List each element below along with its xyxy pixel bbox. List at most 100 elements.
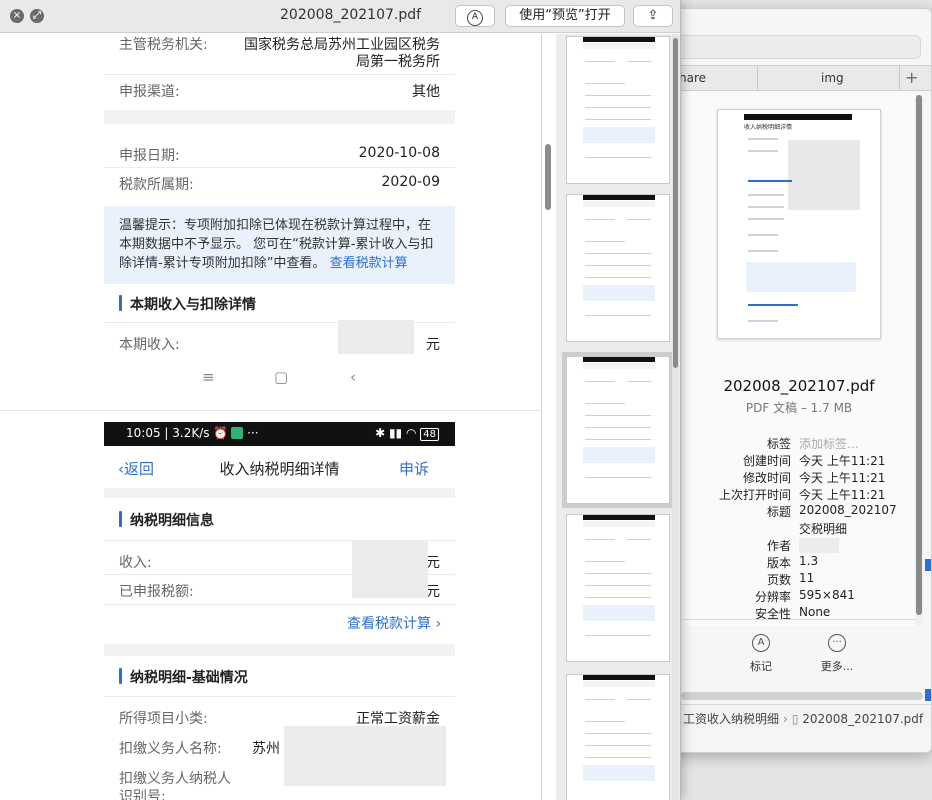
- thumb-line: [748, 250, 778, 252]
- section-gap: [104, 488, 455, 498]
- thumb-line: [748, 304, 798, 306]
- meta-key: 作者: [766, 539, 791, 553]
- meta-value: 11: [799, 571, 815, 585]
- view-tax-calc-link[interactable]: 查看税款计算: [330, 256, 408, 271]
- new-tab-icon[interactable]: +: [905, 68, 918, 87]
- share-button[interactable]: ⇪: [633, 5, 673, 27]
- thumb-header: [583, 201, 655, 207]
- field-label: 扣缴义务人名称:: [119, 741, 222, 757]
- field-label: 识别号:: [119, 789, 166, 800]
- thumb-line: [748, 206, 784, 208]
- meta-row: 版本 1.3: [683, 554, 915, 571]
- meta-row: 上次打开时间 今天 上午11:21: [683, 486, 915, 503]
- document-scrollbar[interactable]: [545, 144, 551, 210]
- path-file[interactable]: 202008_202107.pdf: [802, 712, 923, 726]
- menu-icon: ≡: [202, 368, 215, 386]
- thumb-line: [585, 539, 615, 540]
- thumb-line: [585, 573, 651, 574]
- scroll-knob[interactable]: [916, 95, 922, 615]
- field-value: 2020-10-08: [358, 145, 440, 161]
- meta-key: 上次打开时间: [718, 488, 791, 502]
- thumb-line: [585, 635, 651, 636]
- thumb-line: [585, 381, 615, 382]
- file-preview-thumbnail[interactable]: 收入纳税明细详情: [717, 109, 881, 339]
- markup-button[interactable]: A: [455, 5, 495, 27]
- sidebar-divider: [541, 34, 542, 800]
- thumb-header: [583, 43, 655, 49]
- chevron-right-icon: ›: [783, 712, 788, 726]
- divider: [104, 604, 455, 605]
- thumb-header: [583, 681, 655, 687]
- thumb-line: [585, 757, 651, 758]
- open-with-preview-button[interactable]: 使用“预览”打开: [505, 5, 625, 27]
- page-thumbnails-sidebar: [556, 34, 680, 800]
- battery-level: 48: [420, 428, 439, 441]
- page-thumbnail-selected[interactable]: [562, 352, 674, 508]
- field-unit: 元: [426, 584, 440, 600]
- declare-date-row: 申报日期: 2020-10-08: [104, 145, 455, 165]
- phone-app-bar: ‹返回 收入纳税明细详情 申诉: [104, 446, 455, 488]
- file-name: 202008_202107.pdf: [723, 377, 875, 395]
- thumb-tip: [583, 765, 655, 781]
- thumb-status-bar: [583, 357, 655, 362]
- thumb-line: [585, 119, 651, 120]
- meta-value: 1.3: [799, 554, 819, 568]
- tip-box: 温馨提示：专项附加扣除已体现在税款计算过程中，在本期数据中不予显示。 您可在“税…: [104, 206, 455, 284]
- close-window-icon[interactable]: ×: [10, 9, 24, 23]
- tax-period-row: 税款所属期: 2020-09: [104, 174, 455, 194]
- finder-quick-actions: A 标记 ··· 更多...: [683, 619, 915, 679]
- thumb-tip: [583, 285, 655, 301]
- thumb-line: [585, 745, 651, 746]
- meta-row: 创建时间 今天 上午11:21: [683, 452, 915, 469]
- thumb-line: [585, 733, 651, 734]
- thumb-line: [585, 415, 651, 416]
- thumb-line: [585, 241, 625, 242]
- fullscreen-icon[interactable]: ⤢: [30, 9, 44, 23]
- finder-tab-img[interactable]: img: [821, 71, 844, 85]
- thumb-line: [585, 439, 651, 440]
- section-basic-info: 纳税明细-基础情况: [104, 667, 455, 687]
- path-folder[interactable]: 工资收入纳税明细: [683, 712, 779, 726]
- meta-value: 595×841: [799, 588, 855, 602]
- page-thumbnail[interactable]: [566, 36, 670, 184]
- scroll-knob[interactable]: [673, 38, 678, 368]
- divider: [104, 74, 455, 75]
- selection-highlight: [925, 689, 931, 701]
- desktop: hare img + 收入纳税明细详情 202008_202107.pdf PD…: [0, 0, 932, 800]
- finder-horizontal-scrollbar[interactable]: [681, 692, 923, 700]
- meta-row: 页数 11: [683, 571, 915, 588]
- thumb-line: [748, 138, 778, 140]
- thumb-line: [585, 277, 651, 278]
- document-view[interactable]: 主管税务机关: 国家税务总局苏州工业园区税务 局第一税务所 申报渠道: 其他 申…: [0, 34, 556, 800]
- thumb-line: [585, 597, 651, 598]
- add-tags-field[interactable]: 添加标签…: [799, 435, 859, 452]
- finder-preview-pane: 收入纳税明细详情 202008_202107.pdf PDF 文稿 – 1.7 …: [683, 91, 915, 626]
- more-action-button[interactable]: ··· 更多...: [807, 634, 867, 674]
- finder-search-field[interactable]: [671, 35, 921, 59]
- page-thumbnail[interactable]: [566, 194, 670, 342]
- thumb-line: [748, 194, 784, 196]
- markup-action-button[interactable]: A 标记: [731, 634, 791, 674]
- finder-window: hare img + 收入纳税明细详情 202008_202107.pdf PD…: [660, 8, 932, 753]
- thumb-line: [585, 561, 625, 562]
- thumb-status-bar: [583, 37, 655, 42]
- meta-row: 作者: [683, 537, 915, 554]
- meta-key: 标签: [766, 437, 791, 451]
- app-icon: [231, 427, 244, 439]
- channel-row: 申报渠道: 其他: [104, 81, 455, 101]
- meta-value: 今天 上午11:21: [799, 454, 886, 468]
- thumb-line: [585, 477, 651, 478]
- field-unit: 元: [426, 337, 440, 353]
- finder-vertical-scrollbar[interactable]: [915, 95, 923, 625]
- page-thumbnail[interactable]: [566, 674, 670, 800]
- page-thumbnail[interactable]: [566, 514, 670, 662]
- thumbnail-scrollbar[interactable]: [672, 34, 679, 800]
- divider: [104, 167, 455, 168]
- field-label: 收入:: [119, 555, 152, 571]
- finder-tab-share[interactable]: hare: [679, 71, 706, 85]
- thumb-line: [585, 61, 615, 62]
- section-title: 纳税明细信息: [130, 513, 214, 529]
- meta-row: 修改时间 今天 上午11:21: [683, 469, 915, 486]
- page-break: [0, 410, 541, 411]
- thumb-line: [585, 83, 625, 84]
